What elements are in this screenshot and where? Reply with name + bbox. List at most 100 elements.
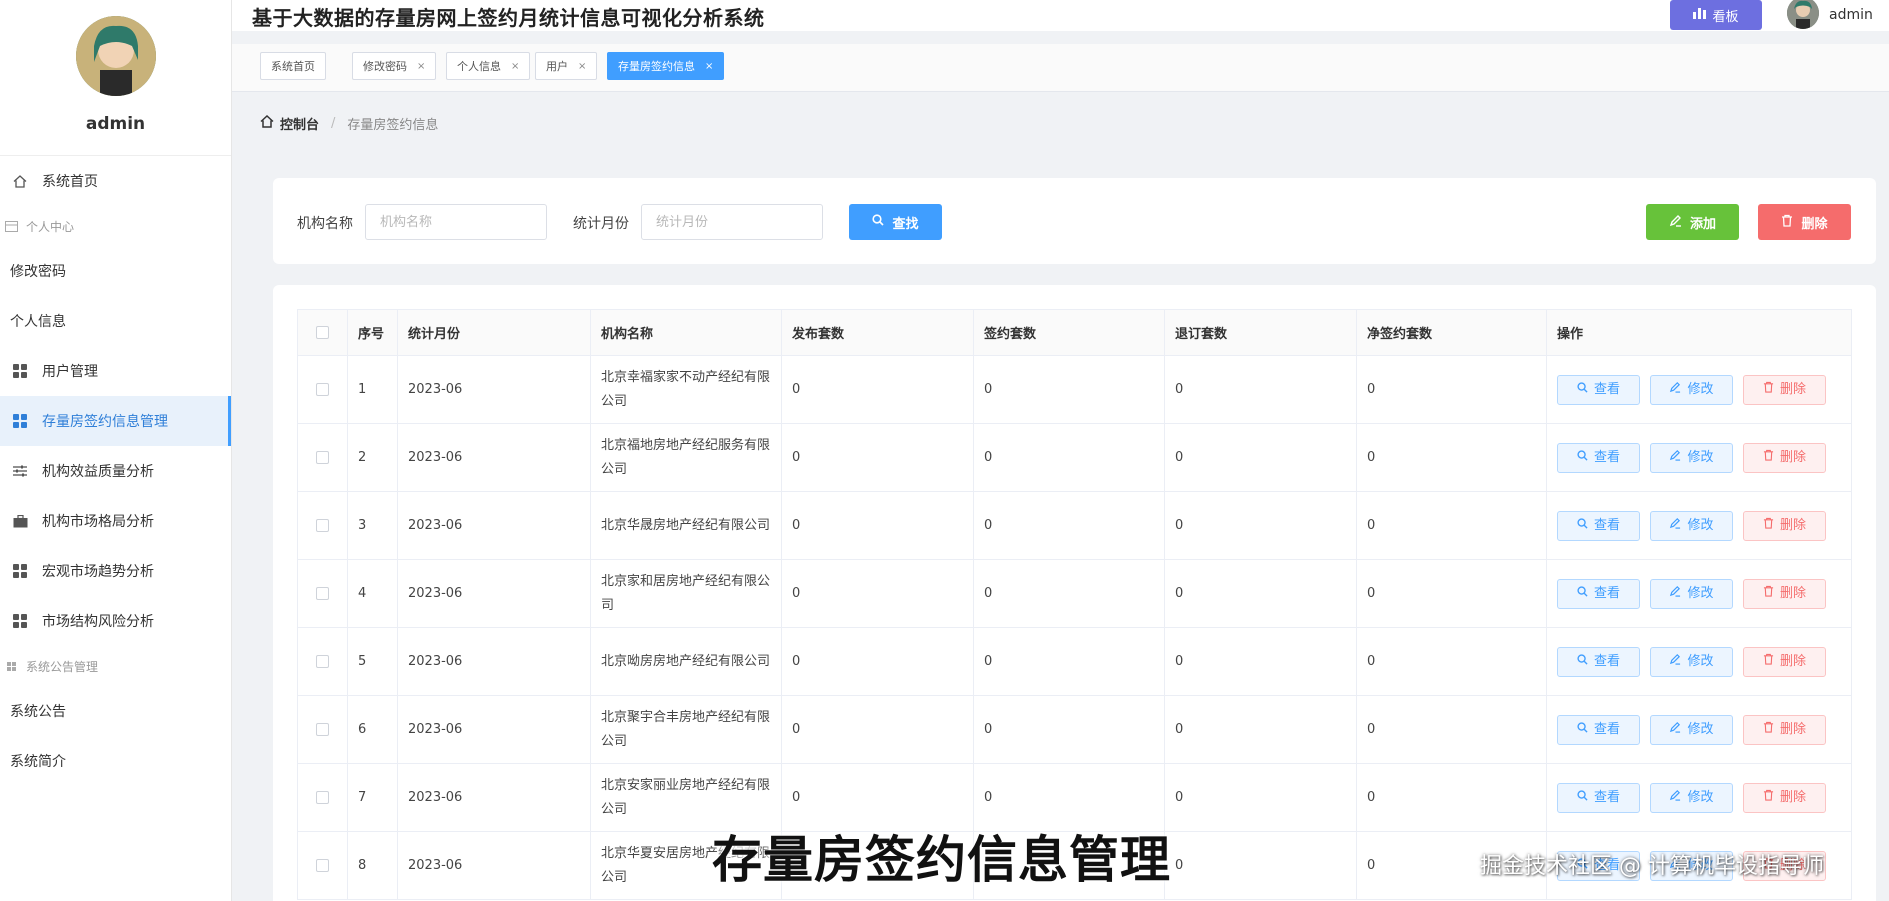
tab[interactable]: 系统首页 <box>260 52 326 80</box>
row-checkbox[interactable] <box>316 722 329 736</box>
close-icon[interactable]: × <box>578 61 586 72</box>
sidebar-menu: 系统首页个人中心修改密码 个人信息 用户管理存量房签约信息管理机构效益质量分析 机构市… <box>0 156 231 786</box>
edit-button-label: 修改 <box>1687 721 1714 737</box>
view-button[interactable]: 查看 <box>1557 646 1640 677</box>
col-header-org: 机构名称 <box>590 309 782 356</box>
edit-button[interactable]: 修改 <box>1650 714 1733 745</box>
sidebar-item[interactable]: 存量房签约信息管理 <box>0 396 231 446</box>
edit-button-label: 修改 <box>1687 381 1714 397</box>
row-checkbox[interactable] <box>316 858 329 872</box>
edit-button[interactable]: 修改 <box>1650 578 1733 609</box>
delete-button[interactable]: 删除 <box>1743 714 1826 745</box>
search-icon <box>1577 446 1588 470</box>
sidebar-item[interactable]: 机构效益质量分析 <box>0 446 231 496</box>
avatar[interactable] <box>75 16 156 96</box>
search-icon <box>1577 650 1588 674</box>
table-row: 3 2023-06 北京华晟房地产经纪有限公司 0 0 0 0 查看 修改 删除 <box>297 491 1852 560</box>
tab[interactable]: 个人信息 × <box>446 52 531 80</box>
col-header-no: 序号 <box>347 309 398 356</box>
breadcrumb: 控制台 / 存量房签约信息 <box>260 114 438 133</box>
menu-group-header[interactable]: 系统公告管理 <box>0 646 231 686</box>
row-checkbox[interactable] <box>316 654 329 668</box>
menu-group-label: 个人中心 <box>26 219 75 234</box>
sidebar-item[interactable]: 修改密码 <box>0 246 231 296</box>
breadcrumb-home[interactable]: 控制台 <box>260 114 319 133</box>
delete-button[interactable]: 删除 <box>1743 442 1826 473</box>
add-button-label: 添加 <box>1689 216 1716 232</box>
cell-actions: 查看 修改 删除 <box>1546 423 1852 492</box>
sidebar-item-label: 系统首页 <box>42 174 98 190</box>
cell-month: 2023-06 <box>397 491 591 560</box>
search-button[interactable]: 查找 <box>849 204 942 240</box>
trash-icon <box>1781 214 1793 231</box>
delete-button[interactable]: 删除 <box>1743 374 1826 405</box>
edit-button[interactable]: 修改 <box>1650 442 1733 473</box>
user-menu[interactable]: admin <box>1787 0 1873 30</box>
sidebar-item[interactable]: 市场结构风险分析 <box>0 596 231 646</box>
grid-icon <box>2 661 20 671</box>
close-icon[interactable]: × <box>705 61 713 72</box>
edit-button[interactable]: 修改 <box>1650 782 1733 813</box>
delete-button[interactable]: 删除 <box>1743 646 1826 677</box>
sidebar-item[interactable]: 用户管理 <box>0 346 231 396</box>
row-checkbox[interactable] <box>316 382 329 396</box>
edit-button-label: 修改 <box>1687 653 1714 669</box>
edit-button[interactable]: 修改 <box>1650 646 1733 677</box>
view-button[interactable]: 查看 <box>1557 442 1640 473</box>
view-button[interactable]: 查看 <box>1557 578 1640 609</box>
sidebar-item[interactable]: 系统首页 <box>0 156 231 206</box>
delete-button[interactable]: 删除 <box>1743 510 1826 541</box>
search-icon <box>1577 718 1588 742</box>
close-icon[interactable]: × <box>511 61 519 72</box>
view-button[interactable]: 查看 <box>1557 374 1640 405</box>
cell-cancelled: 0 <box>1164 695 1357 764</box>
sidebar-item[interactable]: 系统公告 <box>0 686 231 736</box>
sidebar: admin 系统首页 个人中心 修改密码 个人信息 用户管理 存量房签约信息管理 机构效益质… <box>0 0 232 901</box>
row-checkbox[interactable] <box>316 518 329 532</box>
cell-published: 0 <box>781 491 974 560</box>
tab[interactable]: 用户 × <box>535 52 598 80</box>
delete-button[interactable]: 删除 <box>1743 782 1826 813</box>
tab-label: 存量房签约信息 <box>618 60 695 73</box>
org-name-input[interactable] <box>365 204 547 240</box>
cell-month: 2023-06 <box>397 423 591 492</box>
menu-group-header[interactable]: 个人中心 <box>0 206 231 246</box>
edit-button[interactable]: 修改 <box>1650 510 1733 541</box>
search-icon <box>1577 378 1588 402</box>
cell-org: 北京呦房房地产经纪有限公司 <box>590 627 782 696</box>
sidebar-item[interactable]: 系统简介 <box>0 736 231 786</box>
sidebar-item[interactable]: 宏观市场趋势分析 <box>0 546 231 596</box>
cell-org: 北京幸福家家不动产经纪有限公司 <box>590 355 782 424</box>
tab[interactable]: 存量房签约信息 × <box>607 52 725 80</box>
sidebar-item-label: 市场结构风险分析 <box>42 614 154 630</box>
row-select-cell <box>297 763 348 832</box>
close-icon[interactable]: × <box>417 61 425 72</box>
view-button[interactable]: 查看 <box>1557 714 1640 745</box>
view-button[interactable]: 查看 <box>1557 782 1640 813</box>
tab[interactable]: 修改密码 × <box>352 52 437 80</box>
cell-actions: 查看 修改 删除 <box>1546 559 1852 628</box>
sidebar-item[interactable]: 个人信息 <box>0 296 231 346</box>
view-button-label: 查看 <box>1593 381 1620 397</box>
select-all-checkbox[interactable] <box>316 326 329 339</box>
batch-delete-button[interactable]: 删除 <box>1758 204 1851 240</box>
select-all-cell <box>297 309 348 356</box>
edit-icon <box>1669 582 1681 606</box>
search-form: 机构名称 统计月份 查找 添加 删除 <box>273 178 1876 264</box>
sidebar-item[interactable]: 机构市场格局分析 <box>0 496 231 546</box>
view-button[interactable]: 查看 <box>1557 510 1640 541</box>
cell-no: 8 <box>347 831 398 900</box>
sidebar-item-label: 存量房签约信息管理 <box>42 414 168 430</box>
row-checkbox[interactable] <box>316 790 329 804</box>
edit-button[interactable]: 修改 <box>1650 374 1733 405</box>
grid-icon <box>10 564 30 578</box>
add-button[interactable]: 添加 <box>1646 204 1739 240</box>
cell-cancelled: 0 <box>1164 559 1357 628</box>
row-checkbox[interactable] <box>316 586 329 600</box>
trash-icon <box>1763 378 1774 402</box>
row-checkbox[interactable] <box>316 450 329 464</box>
cell-month: 2023-06 <box>397 763 591 832</box>
delete-button[interactable]: 删除 <box>1743 578 1826 609</box>
month-input[interactable] <box>641 204 823 240</box>
dashboard-button[interactable]: 看板 <box>1670 0 1762 30</box>
